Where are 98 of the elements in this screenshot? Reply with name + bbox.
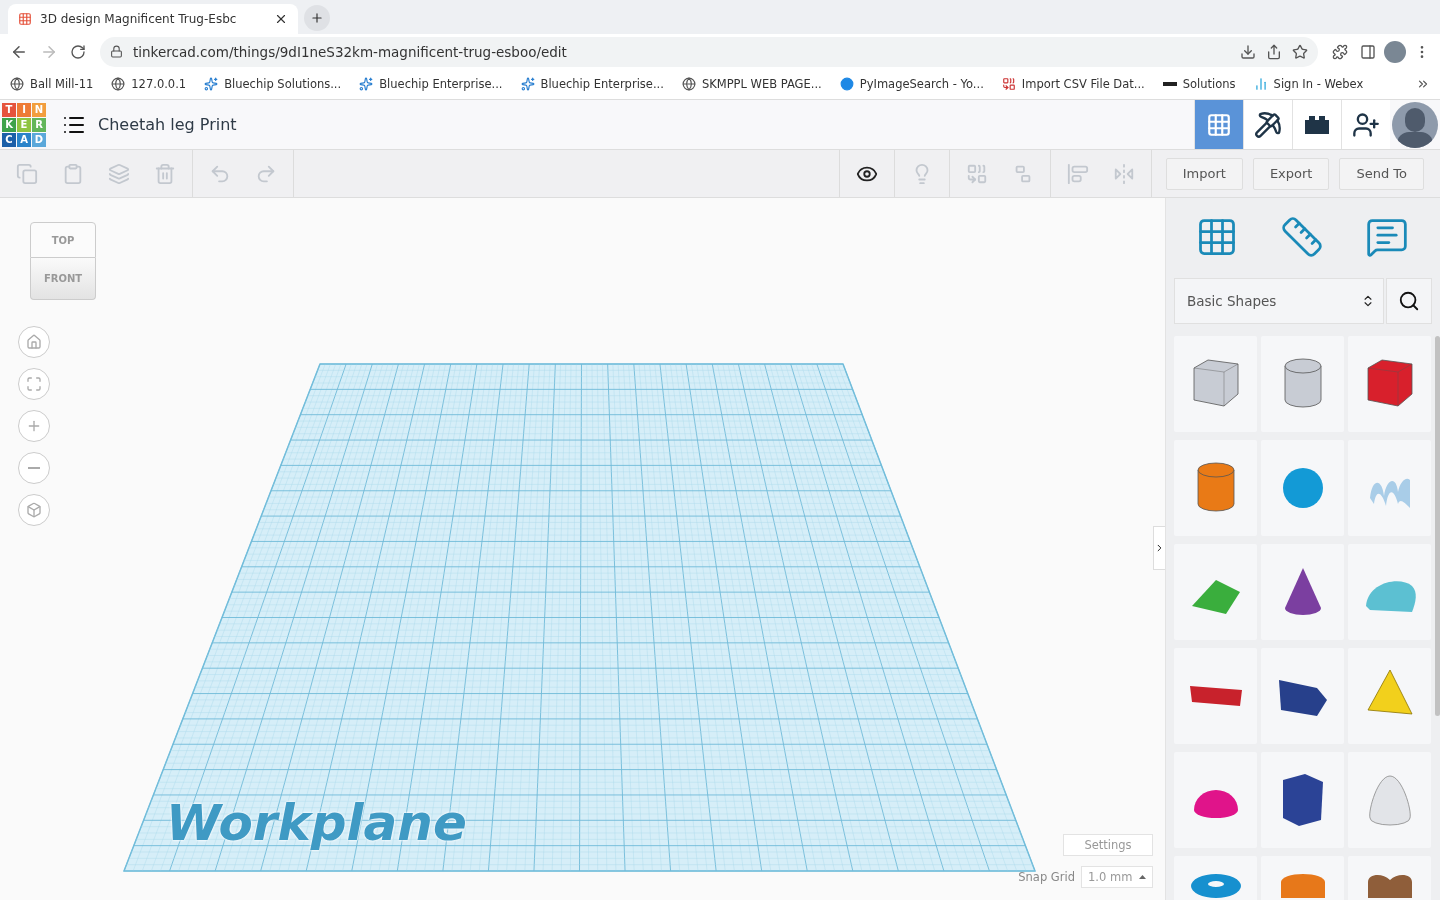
logo-icon [1001,77,1016,91]
lock-icon [110,45,123,58]
sparkle-icon [520,77,535,91]
shape-tile[interactable] [1174,336,1257,432]
snap-grid-label: Snap Grid [1018,870,1075,884]
bookmark-link[interactable]: Bluechip Enterprise... [520,77,664,91]
align-icon [1066,162,1089,185]
view-control-button[interactable] [18,410,50,442]
toolbar-text-button[interactable]: Export [1252,157,1330,190]
duplicate-icon [108,162,130,185]
more-bookmarks-icon[interactable] [1416,77,1430,91]
cube-icon [26,502,42,518]
globe-icon [111,77,126,91]
workplane-label: Workplane [166,794,467,852]
search-button[interactable] [1386,278,1432,324]
panel-icon [1360,43,1376,60]
header-view-button[interactable] [1292,100,1341,149]
grid-icon [1206,111,1232,138]
add-user-icon [1352,110,1380,139]
sparkle-icon [204,77,219,91]
bookmark-link[interactable]: Solutions [1162,77,1236,91]
bookmark-link[interactable]: Bluechip Enterprise... [359,77,503,91]
view-control-button[interactable] [18,452,50,484]
brick-icon [1303,113,1331,136]
sparkle-icon [359,77,374,91]
bookmark-link[interactable]: SKMPPL WEB PAGE... [681,77,822,91]
view-control-button[interactable] [18,494,50,526]
profile-avatar[interactable] [1384,40,1406,63]
logo-letter: I [17,102,31,117]
view-control-button[interactable] [18,326,50,358]
close-icon[interactable] [274,12,288,26]
toolbar-text-button[interactable]: Send To [1339,157,1424,190]
shape-tile[interactable] [1261,544,1344,640]
mirror-icon [1112,162,1135,185]
bookmark-link[interactable]: Ball Mill-11 [10,77,94,91]
bookmark-link[interactable]: 127.0.0.1 [111,77,187,91]
home-icon [26,334,42,350]
shape-tile[interactable] [1261,752,1344,848]
bars-icon [1253,77,1268,91]
scrollbar[interactable] [1435,336,1440,716]
app-logo[interactable]: T I N K E R C A D [2,102,46,147]
toolbar-text-button[interactable]: Import [1165,157,1243,190]
view-control-button[interactable] [18,368,50,400]
globe-icon [681,77,696,91]
user-avatar[interactable] [1392,101,1438,148]
logo-letter: D [32,132,46,147]
shape-tile[interactable] [1174,752,1257,848]
shape-tile[interactable] [1261,440,1344,536]
dash-icon [1162,82,1177,86]
fit-icon [26,376,42,392]
shape-tile[interactable] [1348,648,1431,744]
reload-icon [70,43,86,60]
shape-tile[interactable] [1174,440,1257,536]
design-title[interactable]: Cheetah leg Print [98,115,237,134]
shape-tile[interactable] [1348,752,1431,848]
shape-tile[interactable] [1174,544,1257,640]
logo-letter: N [32,102,46,117]
shape-tile[interactable] [1348,440,1431,536]
zoom-in-icon [26,418,42,434]
bookmark-link[interactable]: Sign In - Webex [1253,77,1364,91]
circle-icon [839,77,854,91]
caret-icon [1139,875,1146,879]
address-bar[interactable]: tinkercad.com/things/9dI1neS32km-magnificent-trug-esboo/edit [100,36,1318,67]
shape-tile[interactable] [1174,648,1257,744]
logo-letter: A [17,132,31,147]
header-view-button[interactable] [1341,100,1390,149]
pickaxe-icon [1254,110,1282,139]
trash-icon [154,162,176,185]
shape-tile[interactable] [1348,336,1431,432]
logo-letter: R [32,117,46,132]
globe-icon [10,77,24,91]
bookmark-link[interactable]: Bluechip Solutions... [204,77,342,91]
new-tab-button[interactable] [304,5,330,31]
shape-tile[interactable] [1261,648,1344,744]
group-icon [965,162,988,185]
logo-letter: T [2,102,16,117]
star-icon[interactable] [1292,43,1308,60]
browser-tab[interactable]: 3D design Magnificent Trug-Esbc [8,4,298,34]
header-view-button[interactable] [1243,100,1292,149]
shape-category-select[interactable]: Basic Shapes [1174,278,1384,324]
url-text: tinkercad.com/things/9dI1neS32km-magnificent-trug-esboo/edit [133,43,568,60]
tab-favicon-icon [18,12,32,26]
logo-letter: E [17,117,31,132]
copy-icon [16,162,38,185]
bookmark-link[interactable]: Import CSV File Dat... [1001,77,1145,91]
tab-title: 3D design Magnificent Trug-Esbc [40,12,238,26]
shape-tile[interactable] [1261,336,1344,432]
share-icon[interactable] [1266,43,1282,60]
shape-tile[interactable] [1348,544,1431,640]
plus-icon [310,10,324,26]
logo-letter: C [2,132,16,147]
puzzle-icon [1332,43,1348,60]
bookmark-link[interactable]: PyImageSearch - Yo... [839,77,984,91]
search-icon [1398,290,1420,312]
download-icon[interactable] [1240,43,1256,60]
logo-letter: K [2,117,16,132]
paste-icon [62,162,84,185]
ruler-icon [1280,215,1324,259]
